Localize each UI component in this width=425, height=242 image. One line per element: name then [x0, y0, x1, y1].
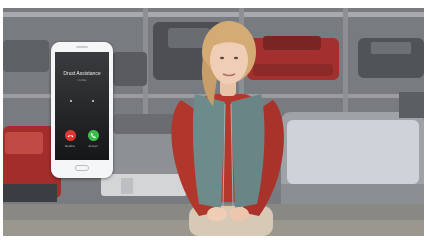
incoming-call-screen: Drust Assistance mobile Decline Accept — [55, 52, 109, 160]
accept-call-button[interactable] — [88, 130, 99, 141]
caller-name: Drust Assistance — [63, 71, 101, 77]
phone-accept-icon — [90, 133, 96, 139]
accept-label: Accept — [88, 144, 98, 148]
home-button — [75, 165, 89, 171]
remind-icon — [70, 100, 72, 102]
video-frame: Drust Assistance mobile Decline Accept — [3, 8, 424, 236]
phone-speaker — [76, 46, 88, 48]
decline-label: Decline — [64, 144, 75, 148]
phone-decline-icon — [67, 135, 74, 138]
decline-call-button[interactable] — [65, 130, 76, 141]
message-icon — [92, 100, 94, 102]
caller-subtitle: mobile — [77, 78, 87, 82]
phone-mockup: Drust Assistance mobile Decline Accept — [51, 42, 113, 178]
